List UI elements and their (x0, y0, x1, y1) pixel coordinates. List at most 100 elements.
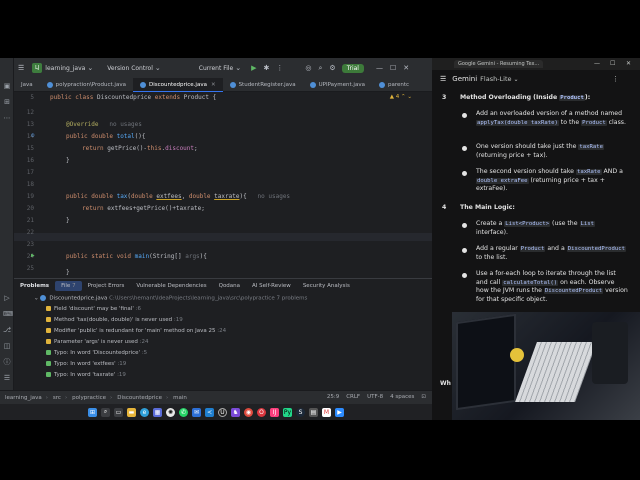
whatsapp-icon[interactable]: ✆ (179, 407, 188, 417)
line-number: 15 (26, 145, 34, 152)
override-icon[interactable]: ⊙ (31, 132, 35, 139)
breadcrumb-item[interactable]: Discountedprice (117, 395, 162, 401)
hamburger-icon[interactable]: ☰ (18, 64, 24, 72)
problem-file-entry[interactable]: ⌄ Discountedprice.java C:\Users\hemant\I… (34, 295, 307, 302)
chatgpt-icon[interactable]: ✺ (166, 407, 175, 417)
inline-code: DiscountedProduct (566, 246, 626, 252)
task-view-icon[interactable]: ▭ (114, 407, 123, 417)
tab-studentregister[interactable]: StudentRegister.java (223, 78, 303, 92)
run-config-selector[interactable]: Current File ⌄ (199, 64, 241, 72)
line-separator[interactable]: CRLF (346, 394, 360, 400)
vcs-selector[interactable]: Version Control ⌄ (107, 64, 161, 72)
game-icon[interactable]: ♞ (231, 407, 240, 417)
chevron-down-icon[interactable]: ⌄ (514, 76, 519, 83)
terminal-icon[interactable]: ⌨ (3, 310, 13, 318)
windows-start-icon[interactable]: ⊞ (88, 407, 97, 417)
editor-warning-indicator[interactable]: ▲ 4 ⌃ ⌄ (390, 94, 412, 100)
vscode-icon[interactable]: ≺ (205, 407, 214, 417)
browser-tab-gemini[interactable]: Google Gemini - Resuming Tex... (454, 60, 544, 68)
more-icon[interactable]: ⋮ (276, 64, 283, 72)
problem-item[interactable]: Typo: In word 'Discountedprice' :5 (46, 350, 147, 356)
cursor-position[interactable]: 25:9 (327, 394, 339, 400)
more-tools-icon[interactable]: ⋯ (3, 114, 11, 122)
mail-icon[interactable]: ✉ (192, 407, 201, 417)
tab-java[interactable]: Java (14, 78, 40, 92)
text-run: Add a regular (476, 245, 520, 252)
chevron-down-icon: ⌄ (87, 64, 94, 72)
breadcrumb-item[interactable]: polypractice (72, 395, 106, 401)
problem-item[interactable]: Parameter 'args' is never used :24 (46, 339, 149, 345)
share-icon[interactable]: ⋮ (612, 75, 619, 83)
search-icon[interactable]: ⌕ (319, 64, 323, 73)
typo-icon (46, 372, 51, 377)
tab-security-analysis[interactable]: Security Analysis (297, 283, 356, 289)
trial-button[interactable]: Trial (341, 63, 364, 73)
maximize-icon[interactable]: ☐ (610, 60, 615, 67)
run-icon[interactable]: ▶ (251, 64, 256, 72)
close-icon[interactable]: ✕ (626, 60, 631, 67)
debug-icon[interactable]: ✱ (264, 64, 270, 72)
code-editor[interactable]: ▲ 4 ⌃ ⌄ 5 12 13 14 15 16 17 18 19 20 21 … (14, 92, 432, 278)
intellij-icon[interactable]: IJ (270, 407, 279, 417)
run-tool-icon[interactable]: ▷ (3, 294, 11, 302)
line-number: 16 (26, 157, 34, 164)
file-encoding[interactable]: UTF-8 (367, 394, 383, 400)
menu-icon[interactable]: ☰ (440, 75, 446, 83)
tab-product[interactable]: polypraction\Product.java (40, 78, 133, 92)
chrome-icon[interactable]: ◉ (244, 407, 253, 417)
bullet-text: The second version should take taxRate A… (476, 168, 628, 194)
services-icon[interactable]: ◫ (3, 342, 11, 350)
file-explorer-icon[interactable]: ▬ (127, 407, 136, 417)
problems-icon[interactable]: ⓘ (3, 358, 11, 366)
breadcrumb-item[interactable]: learning_java (5, 395, 42, 401)
tab-project-errors[interactable]: Project Errors (82, 283, 131, 289)
model-selector[interactable]: Flash-Lite (480, 75, 511, 83)
opera-icon[interactable]: O (257, 407, 266, 417)
unreal-icon[interactable]: U (218, 407, 227, 417)
git-icon[interactable]: ⎇ (3, 326, 11, 334)
text-run: (use the (550, 220, 580, 227)
app-icon[interactable]: ▤ (309, 407, 318, 417)
search-icon[interactable]: ⌕ (101, 407, 110, 417)
project-selector[interactable]: LJ learning_java ⌄ (32, 63, 93, 73)
indent-setting[interactable]: 4 spaces (390, 394, 414, 400)
pycharm-icon[interactable]: Py (283, 407, 292, 417)
warning-count: 4 (395, 94, 400, 100)
edge-icon[interactable]: e (140, 407, 149, 417)
tab-qodana[interactable]: Qodana (213, 283, 246, 289)
problem-item[interactable]: Typo: In word 'extfees' :19 (46, 361, 126, 367)
maximize-icon[interactable]: ☐ (390, 64, 396, 72)
gmail-icon[interactable]: M (322, 407, 331, 417)
problem-item[interactable]: Modifier 'public' is redundant for 'main… (46, 328, 226, 334)
text-run: to the list. (476, 253, 508, 261)
close-icon[interactable]: ✕ (403, 64, 409, 72)
minimize-icon[interactable]: — (594, 60, 600, 67)
usage-hint: no usages (109, 121, 142, 128)
store-icon[interactable]: ▦ (153, 407, 162, 417)
tab-file[interactable]: File 7 (55, 281, 82, 291)
zoom-icon[interactable]: ▶ (335, 407, 344, 417)
line-number: 20 (26, 205, 34, 212)
line-number: 5 (30, 94, 34, 101)
tab-vulnerable-dependencies[interactable]: Vulnerable Dependencies (130, 283, 212, 289)
close-tab-icon[interactable]: ✕ (211, 82, 216, 88)
run-main-icon[interactable]: ▶ (31, 252, 35, 259)
tab-label: StudentRegister.java (238, 82, 296, 88)
tab-discountedprice[interactable]: Discountedprice.java ✕ (132, 78, 223, 92)
steam-icon[interactable]: S (296, 407, 305, 417)
minimize-icon[interactable]: — (376, 64, 383, 72)
project-icon[interactable]: ▣ (3, 82, 11, 90)
problem-item[interactable]: Method 'tax(double, double)' is never us… (46, 317, 183, 323)
todo-icon[interactable]: ☰ (3, 374, 11, 382)
structure-icon[interactable]: ⊞ (3, 98, 11, 106)
tab-upipayment[interactable]: UPIPayment.java (303, 78, 372, 92)
lock-icon[interactable]: ⊡ (421, 394, 426, 400)
tab-parentc[interactable]: parentc (372, 78, 416, 92)
problem-item[interactable]: Field 'discount' may be 'final' :6 (46, 306, 141, 312)
ai-assistant-icon[interactable]: ◎ (305, 64, 311, 72)
problem-item[interactable]: Typo: In word 'taxrate' :19 (46, 372, 126, 378)
tab-ai-self-review[interactable]: AI Self-Review (246, 283, 297, 289)
settings-icon[interactable]: ⚙ (329, 64, 335, 72)
breadcrumb-item[interactable]: src (53, 395, 61, 401)
breadcrumb-item[interactable]: main (173, 395, 187, 401)
